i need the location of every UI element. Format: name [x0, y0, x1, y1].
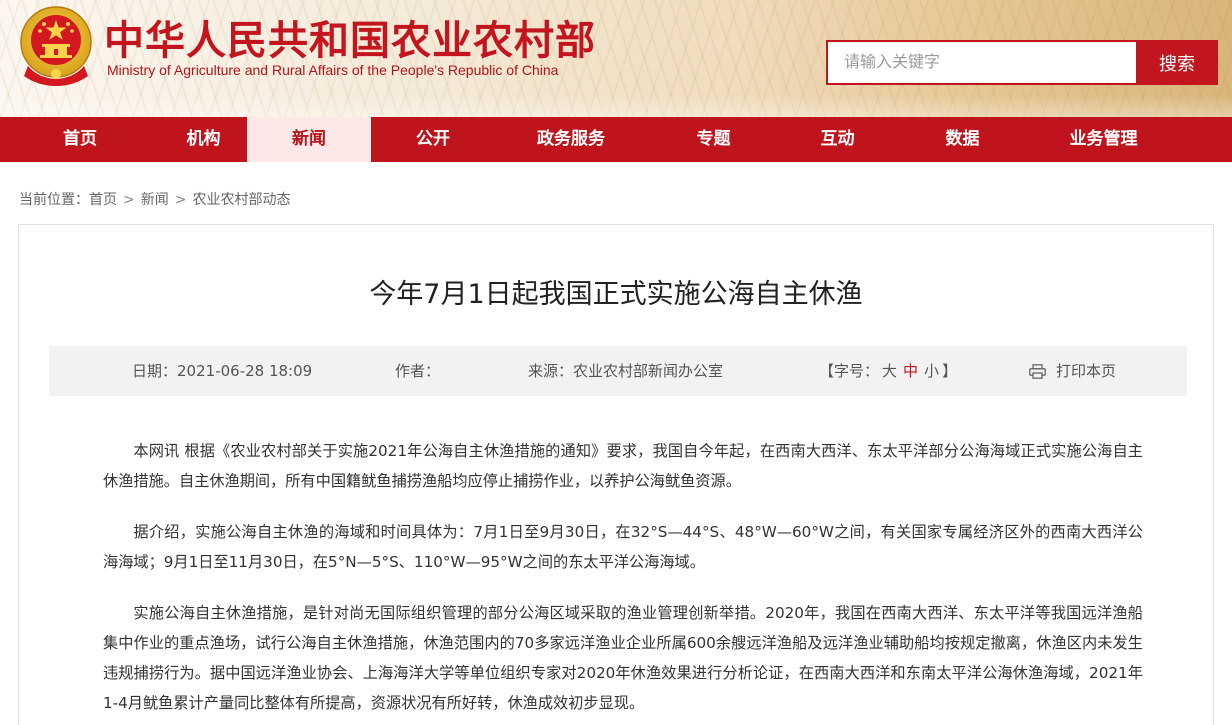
printer-icon [1029, 363, 1046, 379]
font-size-close: 】 [942, 362, 958, 380]
font-size-medium-button[interactable]: 中 [903, 362, 918, 380]
article-date: 日期：2021-06-28 18:09 [132, 346, 312, 396]
search-input[interactable] [826, 40, 1136, 85]
nav-item-organization[interactable]: 机构 [160, 117, 247, 162]
breadcrumb-prefix: 当前位置： [19, 192, 89, 208]
breadcrumb: 当前位置：首页 > 新闻 > 农业农村部动态 [19, 189, 290, 209]
nav-item-government-services[interactable]: 政务服务 [495, 117, 647, 162]
nav-item-data[interactable]: 数据 [895, 117, 1030, 162]
font-size-switcher: 【字号：大中小】 [819, 346, 957, 396]
source-label: 来源： [528, 362, 574, 380]
article-paragraph: 实施公海自主休渔措施，是针对尚无国际组织管理的部分公海区域采取的渔业管理创新举措… [103, 604, 1143, 712]
national-emblem-icon[interactable] [18, 4, 94, 86]
nav-item-home[interactable]: 首页 [0, 117, 160, 162]
nav-item-news[interactable]: 新闻 [247, 117, 371, 162]
nav-item-business-management[interactable]: 业务管理 [1030, 117, 1177, 162]
article-title: 今年7月1日起我国正式实施公海自主休渔 [369, 279, 863, 310]
article-paragraph: 本网讯 根据《农业农村部关于实施2021年公海自主休渔措施的通知》要求，我国自今… [103, 442, 1143, 490]
font-size-label: 【字号： [819, 362, 880, 380]
site-subtitle: Ministry of Agriculture and Rural Affair… [107, 62, 559, 78]
breadcrumb-home[interactable]: 首页 [89, 192, 117, 208]
date-label: 日期： [132, 362, 178, 380]
author-label: 作者： [395, 362, 441, 380]
nav-item-interaction[interactable]: 互动 [780, 117, 895, 162]
main-nav: 首页 机构 新闻 公开 政务服务 专题 互动 数据 业务管理 [0, 117, 1232, 162]
search-box: 搜索 [826, 40, 1218, 85]
search-button[interactable]: 搜索 [1136, 40, 1218, 85]
font-size-small-button[interactable]: 小 [924, 362, 939, 380]
source-value: 农业农村部新闻办公室 [573, 362, 724, 380]
breadcrumb-separator: > [123, 192, 135, 208]
article-paragraph: 据介绍，实施公海自主休渔的海域和时间具体为：7月1日至9月30日，在32°S—4… [103, 523, 1143, 571]
breadcrumb-news[interactable]: 新闻 [141, 192, 169, 208]
nav-item-topics[interactable]: 专题 [647, 117, 780, 162]
date-value: 2021-06-28 18:09 [177, 362, 313, 380]
article-meta-bar: 日期：2021-06-28 18:09 作者： 来源：农业农村部新闻办公室 【字… [49, 346, 1187, 396]
font-size-large-button[interactable]: 大 [882, 362, 897, 380]
print-button[interactable]: 打印本页 [1029, 346, 1116, 396]
article-content: 本网讯 根据《农业农村部关于实施2021年公海自主休渔措施的通知》要求，我国自今… [103, 436, 1143, 725]
nav-item-public[interactable]: 公开 [371, 117, 495, 162]
article-author: 作者： [395, 346, 440, 396]
breadcrumb-ministry-news[interactable]: 农业农村部动态 [192, 192, 290, 208]
article-source: 来源：农业农村部新闻办公室 [528, 346, 723, 396]
breadcrumb-separator: > [174, 192, 187, 208]
site-title: 中华人民共和国农业农村部 [104, 17, 596, 64]
print-label: 打印本页 [1056, 362, 1117, 380]
